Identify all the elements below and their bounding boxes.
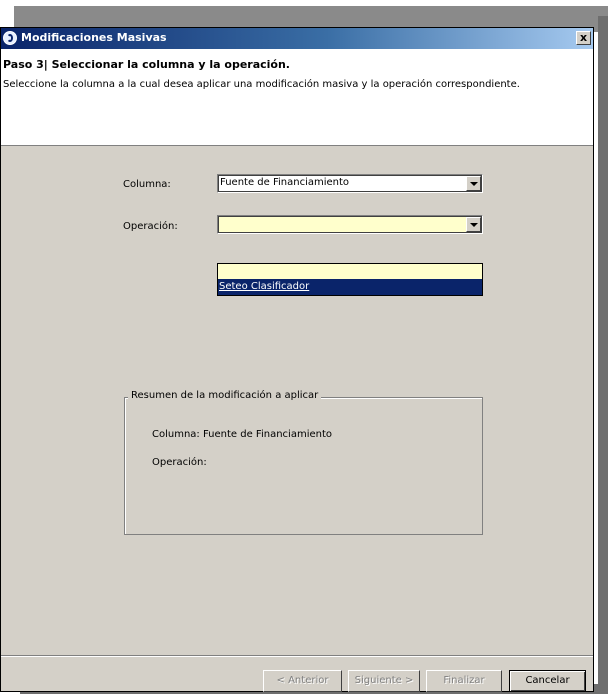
anterior-button[interactable]: < Anterior <box>263 670 342 692</box>
wizard-header: Paso 3| Seleccionar la columna y la oper… <box>1 49 593 146</box>
dialog-window: Modificaciones Masivas x Paso 3| Selecci… <box>0 27 594 692</box>
operacion-select[interactable] <box>217 215 483 234</box>
step-description: Seleccione la columna a la cual desea ap… <box>3 79 520 90</box>
operacion-dropdown-list: Seteo Clasificador <box>217 263 483 296</box>
siguiente-button[interactable]: Siguiente > <box>348 670 420 692</box>
summary-columna: Columna: Fuente de Financiamiento <box>152 429 332 440</box>
cancelar-button[interactable]: Cancelar <box>509 670 586 692</box>
close-icon[interactable]: x <box>576 31 591 45</box>
window-title: Modificaciones Masivas <box>21 31 167 44</box>
columna-label: Columna: <box>123 179 171 190</box>
app-logo-icon <box>3 31 17 45</box>
summary-legend: Resumen de la modificación a aplicar <box>128 390 322 401</box>
dropdown-option-empty[interactable] <box>218 264 482 279</box>
window-shadow-right <box>598 16 608 694</box>
dropdown-option-seteo-clasificador[interactable]: Seteo Clasificador <box>218 279 482 295</box>
chevron-down-icon[interactable] <box>466 176 481 191</box>
summary-operacion: Operación: <box>152 457 207 468</box>
finalizar-button[interactable]: Finalizar <box>426 670 502 692</box>
operacion-select-frame <box>218 216 482 233</box>
columna-select-value: Fuente de Financiamiento <box>220 177 350 188</box>
step-title: Paso 3| Seleccionar la columna y la oper… <box>3 58 290 71</box>
chevron-down-icon[interactable] <box>466 217 481 232</box>
footer-divider <box>1 655 593 657</box>
operacion-label: Operación: <box>123 221 178 232</box>
summary-group: Resumen de la modificación a aplicar Col… <box>124 390 483 535</box>
title-bar[interactable]: Modificaciones Masivas x <box>1 28 593 49</box>
columna-select[interactable]: Fuente de Financiamiento <box>217 174 483 193</box>
